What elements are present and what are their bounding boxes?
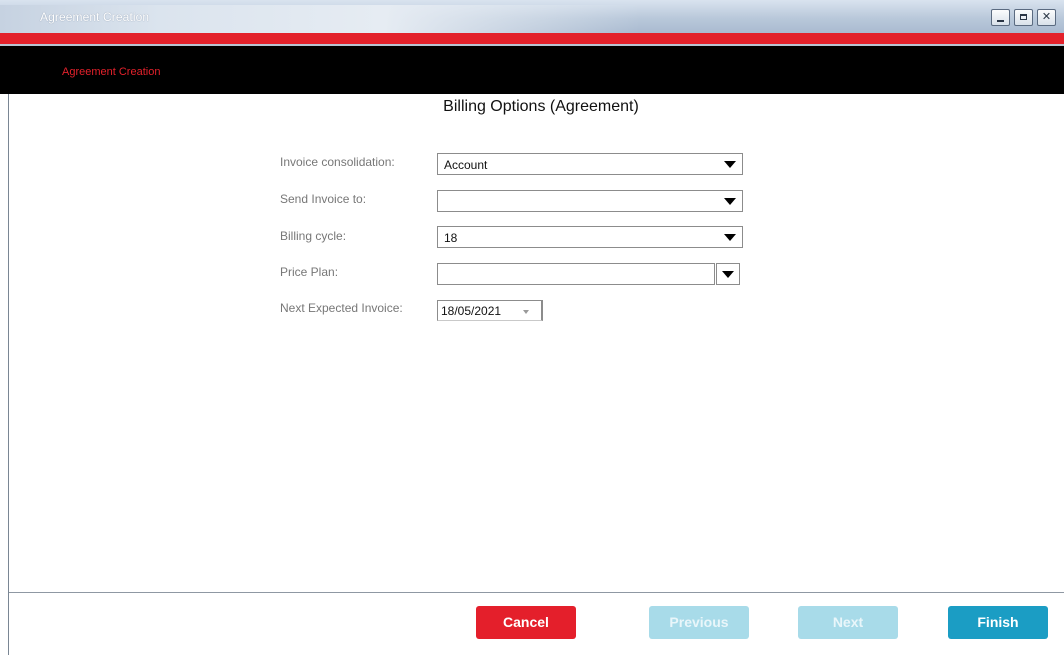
window-title: Agreement Creation <box>40 10 150 24</box>
window-titlebar[interactable]: Agreement Creation ✕ <box>0 0 1064 33</box>
billing-cycle-value: 18 <box>444 231 458 245</box>
next-expected-invoice-value: 18/05/2021 <box>441 304 502 318</box>
send-invoice-to-select[interactable] <box>437 190 743 212</box>
chevron-down-icon <box>724 234 736 241</box>
chevron-down-icon <box>722 271 734 278</box>
next-button[interactable]: Next <box>798 606 898 639</box>
chevron-down-icon <box>724 161 736 168</box>
cancel-button[interactable]: Cancel <box>476 606 576 639</box>
header-bar: Agreement Creation <box>0 46 1064 94</box>
send-invoice-to-label: Send Invoice to: <box>280 192 367 206</box>
page-title: Billing Options (Agreement) <box>443 98 639 115</box>
minimize-icon <box>997 20 1004 22</box>
billing-cycle-label: Billing cycle: <box>280 229 347 243</box>
finish-button[interactable]: Finish <box>948 606 1048 639</box>
invoice-consolidation-label: Invoice consolidation: <box>280 155 395 169</box>
accent-strip <box>0 33 1064 44</box>
price-plan-label: Price Plan: <box>280 265 339 279</box>
close-icon: ✕ <box>1041 10 1052 23</box>
price-plan-dropdown-button[interactable] <box>716 263 740 285</box>
previous-button[interactable]: Previous <box>649 606 749 639</box>
maximize-icon <box>1020 14 1027 20</box>
breadcrumb[interactable]: Agreement Creation <box>62 66 160 78</box>
next-expected-invoice-label: Next Expected Invoice: <box>280 301 403 315</box>
price-plan-input[interactable] <box>437 263 715 285</box>
invoice-consolidation-select[interactable]: Account <box>437 153 743 175</box>
chevron-down-icon <box>724 198 736 205</box>
next-expected-invoice-date-picker[interactable]: 18/05/2021 <box>437 300 543 321</box>
invoice-consolidation-value: Account <box>444 158 488 172</box>
chevron-down-icon[interactable] <box>523 310 529 314</box>
billing-cycle-select[interactable]: 18 <box>437 226 743 248</box>
agreement-creation-window: Agreement Creation ✕ Agreement Creation … <box>0 0 1064 655</box>
minimize-button[interactable] <box>991 9 1010 26</box>
maximize-button[interactable] <box>1014 9 1033 26</box>
close-button[interactable]: ✕ <box>1037 9 1056 26</box>
